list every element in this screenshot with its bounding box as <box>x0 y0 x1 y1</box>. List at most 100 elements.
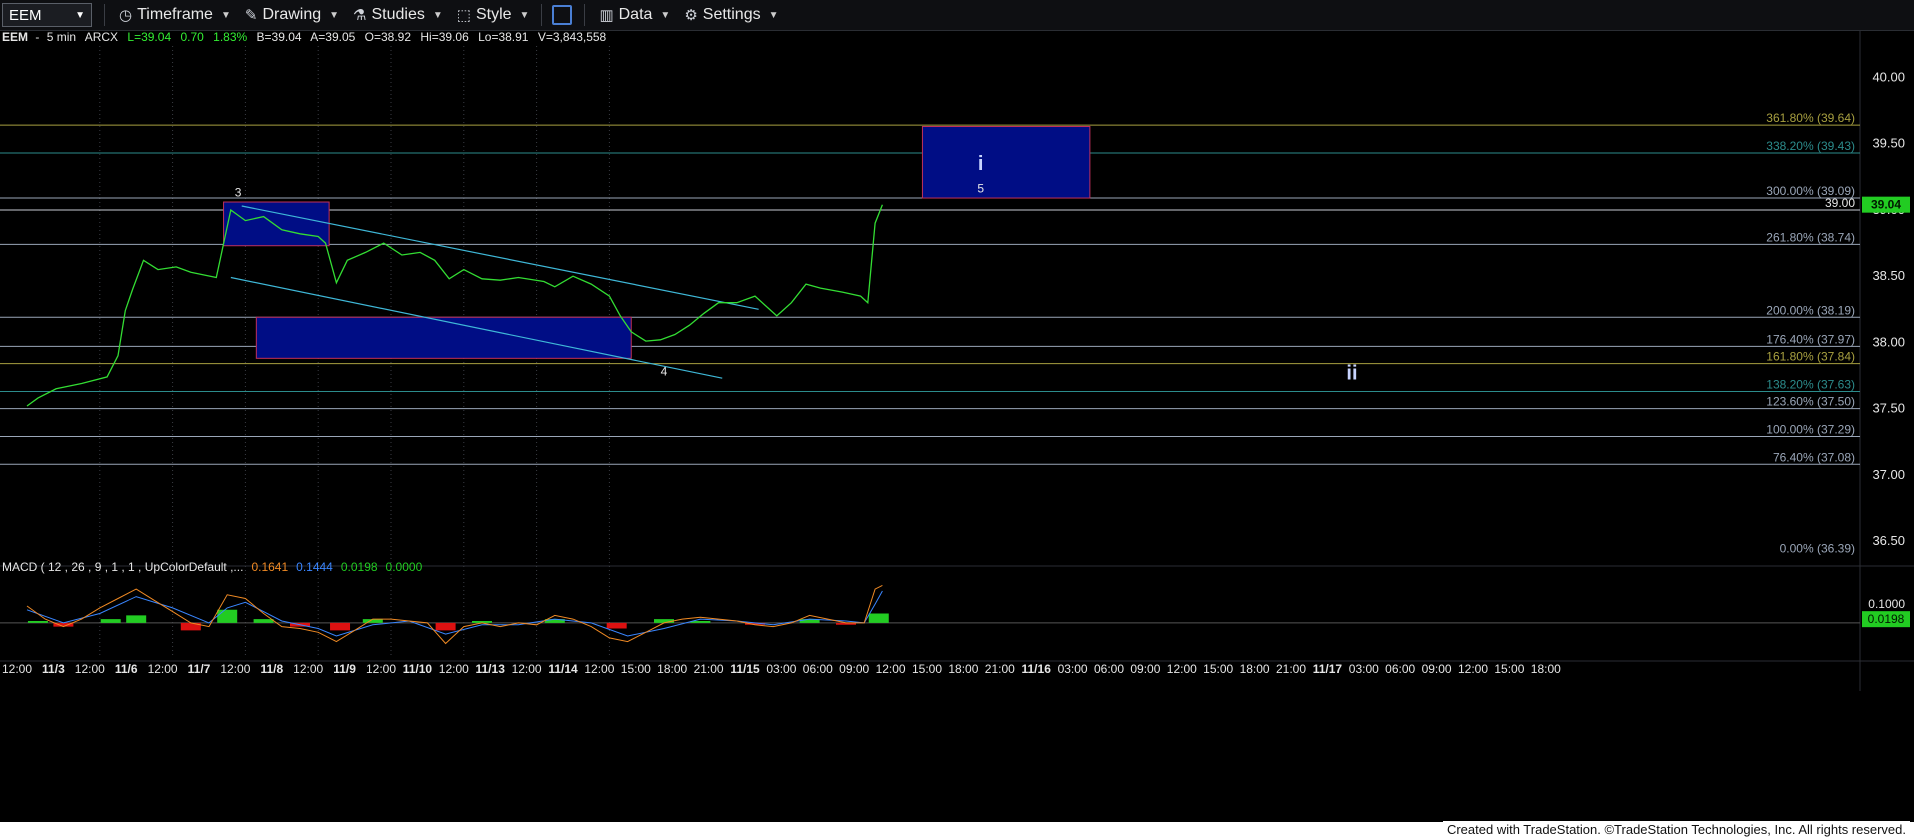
time-tick-label: 12:00 <box>439 662 469 676</box>
toolbar-separator <box>584 4 586 26</box>
time-tick-label: 12:00 <box>75 662 105 676</box>
studies-menu[interactable]: ⚗ Studies ▼ <box>353 6 443 24</box>
macd-histogram-bar <box>100 619 121 623</box>
fib-level-label: 200.00% (38.19) <box>1766 303 1855 317</box>
time-tick-label: 11/13 <box>476 662 506 676</box>
toolbar-separator <box>541 4 543 26</box>
time-tick-label: 18:00 <box>1531 662 1561 676</box>
symbol-selector[interactable]: EEM ▼ <box>2 3 92 27</box>
chevron-down-icon: ▼ <box>329 9 340 21</box>
macd-histogram-bar <box>868 613 889 623</box>
time-tick-label: 18:00 <box>1240 662 1270 676</box>
quote-sep: - <box>35 31 39 44</box>
time-tick-label: 06:00 <box>1094 662 1124 676</box>
macd-histogram-bar <box>435 622 456 631</box>
quote-exchange: ARCX <box>85 31 118 44</box>
time-tick-label: 12:00 <box>876 662 906 676</box>
quote-high: Hi=39.06 <box>420 31 469 44</box>
quote-pct: 1.83% <box>213 31 247 44</box>
price-tick-label: 36.50 <box>1872 533 1905 548</box>
toolbar-separator <box>104 4 105 26</box>
time-tick-label: 12:00 <box>293 662 323 676</box>
last-price-label: 39.04 <box>1871 198 1901 212</box>
diff-value: 0.0198 <box>341 560 378 574</box>
time-tick-label: 11/10 <box>403 662 433 676</box>
symbol-value: EEM <box>9 6 42 24</box>
time-tick-label: 12:00 <box>1458 662 1488 676</box>
time-tick-label: 12:00 <box>1167 662 1197 676</box>
drawing-menu[interactable]: ✎ Drawing ▼ <box>245 6 339 24</box>
time-tick-label: 11/6 <box>115 662 138 676</box>
panes-icon[interactable] <box>552 5 573 25</box>
time-tick-label: 09:00 <box>1422 662 1452 676</box>
time-tick-label: 15:00 <box>1494 662 1524 676</box>
horizontal-line-label: 39.00 <box>1825 196 1855 210</box>
time-tick-label: 12:00 <box>148 662 178 676</box>
time-tick-label: 12:00 <box>512 662 542 676</box>
time-tick-label: 11/14 <box>548 662 578 676</box>
time-tick-label: 11/7 <box>188 662 211 676</box>
time-tick-label: 06:00 <box>1385 662 1415 676</box>
macd-histogram-bar <box>217 609 238 623</box>
flask-icon: ⚗ <box>353 7 367 24</box>
time-tick-label: 21:00 <box>694 662 724 676</box>
time-tick-label: 15:00 <box>1203 662 1233 676</box>
time-tick-label: 21:00 <box>1276 662 1306 676</box>
time-tick-label: 18:00 <box>948 662 978 676</box>
fib-level-label: 261.80% (38.74) <box>1766 230 1855 244</box>
target-box <box>223 201 330 247</box>
macd-tick-label: 0.1000 <box>1868 597 1905 611</box>
fib-level-label: 100.00% (37.29) <box>1766 422 1855 436</box>
fib-level-label: 76.40% (37.08) <box>1773 450 1855 464</box>
clock-icon: ◷ <box>119 7 133 24</box>
quote-change: 0.70 <box>180 31 204 44</box>
time-tick-label: 15:00 <box>621 662 651 676</box>
time-tick-label: 11/17 <box>1313 662 1343 676</box>
time-axis: 12:00 11/3 12:00 11/6 12:00 11/7 12:00 11/8 12:0… <box>2 662 1561 676</box>
toolbar: EEM ▼ ◷ Timeframe ▼ ✎ Drawing ▼ ⚗ Studie… <box>0 0 1914 31</box>
chevron-down-icon: ▼ <box>75 9 85 21</box>
price-tick-label: 39.50 <box>1872 136 1905 151</box>
timeframe-menu[interactable]: ◷ Timeframe ▼ <box>119 6 231 24</box>
settings-menu[interactable]: ⚙ Settings ▼ <box>684 6 778 24</box>
wave-label: 5 <box>977 182 984 196</box>
chevron-down-icon: ▼ <box>519 9 530 21</box>
macd-histogram-bar <box>330 622 351 631</box>
pencil-icon: ✎ <box>244 7 258 24</box>
quote-ask: A=39.05 <box>310 31 355 44</box>
time-tick-label: 11/8 <box>260 662 283 676</box>
fib-level-label: 0.00% (36.39) <box>1780 542 1855 556</box>
wave-label: 3 <box>235 186 242 200</box>
quote-low: Lo=38.91 <box>478 31 529 44</box>
macd-label: MACD ( 12 , 26 , 9 , 1 , 1 , UpColorDefa… <box>2 560 243 574</box>
time-tick-label: 09:00 <box>1130 662 1160 676</box>
bar-chart-icon: ▥ <box>599 7 614 24</box>
fib-level-label: 338.20% (39.43) <box>1766 139 1855 153</box>
macd-header: MACD ( 12 , 26 , 9 , 1 , 1 , UpColorDefa… <box>2 560 423 574</box>
zero-value: 0.0000 <box>386 560 423 574</box>
timeframe-label: Timeframe <box>137 6 213 23</box>
time-tick-label: 06:00 <box>803 662 833 676</box>
data-menu[interactable]: ▥ Data ▼ <box>599 6 670 24</box>
price-tick-label: 38.00 <box>1872 334 1905 349</box>
time-tick-label: 11/3 <box>42 662 65 676</box>
macd-histogram-bar <box>606 622 627 629</box>
settings-label: Settings <box>702 6 761 23</box>
price-tick-label: 37.50 <box>1872 401 1905 416</box>
data-label: Data <box>618 6 653 23</box>
quote-volume: V=3,843,558 <box>538 31 607 44</box>
wave-label: 4 <box>661 365 668 379</box>
copyright-footer: Created with TradeStation. ©TradeStation… <box>1442 821 1910 838</box>
style-menu[interactable]: ⬚ Style ▼ <box>457 6 530 24</box>
signal-value: 0.1444 <box>296 560 333 574</box>
price-chart[interactable]: 361.80% (39.64)338.20% (39.43)300.00% (3… <box>0 31 1914 822</box>
time-tick-label: 12:00 <box>584 662 614 676</box>
fib-level-label: 123.60% (37.50) <box>1766 395 1855 409</box>
fib-level-label: 361.80% (39.64) <box>1766 111 1855 125</box>
time-tick-label: 12:00 <box>366 662 396 676</box>
price-tick-label: 40.00 <box>1872 69 1905 84</box>
time-tick-label: 03:00 <box>766 662 796 676</box>
time-tick-label: 12:00 <box>2 662 32 676</box>
wave-label: i <box>978 153 984 175</box>
time-tick-label: 03:00 <box>1349 662 1379 676</box>
